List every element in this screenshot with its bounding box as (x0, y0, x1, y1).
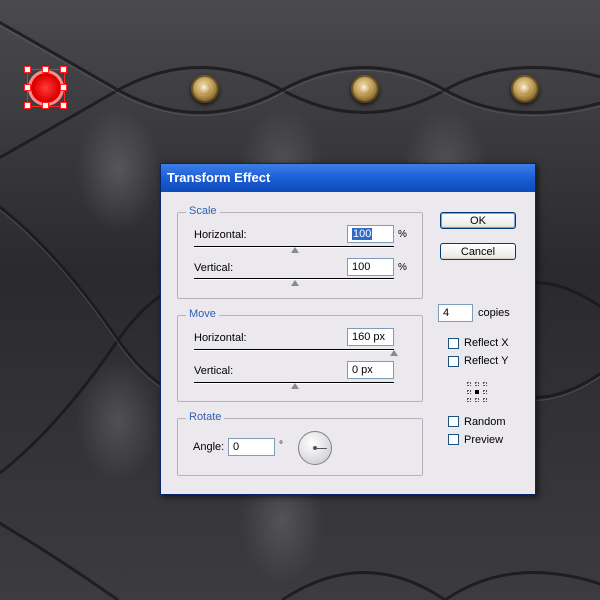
transform-effect-dialog: Transform Effect Scale Horizontal: 100 %… (160, 163, 536, 495)
ref-point-tc[interactable] (475, 382, 479, 386)
ref-point-bl[interactable] (467, 398, 471, 402)
angle-field[interactable]: 0 (228, 438, 275, 456)
selection-handle[interactable] (24, 84, 31, 91)
move-horizontal-slider[interactable] (194, 349, 394, 351)
angle-label: Angle: (193, 441, 225, 453)
move-vertical-slider-thumb[interactable] (291, 383, 299, 389)
selection-handle[interactable] (42, 102, 49, 109)
scale-horizontal-field[interactable]: 100 (347, 225, 394, 243)
preview-checkbox[interactable] (448, 434, 459, 445)
ref-point-mr[interactable] (483, 390, 487, 394)
ref-point-tl[interactable] (467, 382, 471, 386)
scale-vertical-unit: % (398, 262, 407, 273)
scale-vertical-field[interactable]: 100 (347, 258, 394, 276)
copies-label: copies (478, 307, 510, 319)
reflect-x-checkbox[interactable] (448, 338, 459, 349)
ref-point-center[interactable] (475, 390, 479, 394)
scale-horizontal-label: Horizontal: (194, 229, 247, 241)
selection-handle[interactable] (60, 102, 67, 109)
rotate-group-label: Rotate (186, 411, 225, 423)
angle-unit: ° (279, 440, 283, 451)
selection-handle[interactable] (24, 102, 31, 109)
move-horizontal-label: Horizontal: (194, 332, 247, 344)
angle-dial-icon[interactable] (298, 431, 332, 465)
ref-point-br[interactable] (483, 398, 487, 402)
ref-point-bc[interactable] (475, 398, 479, 402)
selection-handle[interactable] (60, 66, 67, 73)
scale-vertical-slider-thumb[interactable] (291, 280, 299, 286)
selection-handle[interactable] (60, 84, 67, 91)
button-stud (351, 75, 379, 103)
button-stud (511, 75, 539, 103)
reference-point-icon[interactable] (467, 382, 487, 402)
move-group-label: Move (186, 308, 219, 320)
dialog-title[interactable]: Transform Effect (161, 164, 535, 192)
copies-field[interactable]: 4 (438, 304, 473, 322)
scale-horizontal-slider-thumb[interactable] (291, 247, 299, 253)
cancel-button[interactable]: Cancel (440, 243, 516, 260)
selection-handle[interactable] (24, 66, 31, 73)
selection-handle[interactable] (42, 66, 49, 73)
move-horizontal-field[interactable]: 160 px (347, 328, 394, 346)
ok-button[interactable]: OK (440, 212, 516, 229)
reflect-y-checkbox[interactable] (448, 356, 459, 367)
random-label[interactable]: Random (464, 416, 506, 428)
scale-vertical-label: Vertical: (194, 262, 234, 274)
move-horizontal-slider-thumb[interactable] (390, 350, 398, 356)
move-vertical-label: Vertical: (194, 365, 234, 377)
ref-point-ml[interactable] (467, 390, 471, 394)
button-stud (191, 75, 219, 103)
move-vertical-field[interactable]: 0 px (347, 361, 394, 379)
reflect-y-label[interactable]: Reflect Y (464, 355, 508, 367)
angle-dial-center (313, 446, 317, 450)
preview-label[interactable]: Preview (464, 434, 503, 446)
reflect-x-label[interactable]: Reflect X (464, 337, 509, 349)
scale-horizontal-unit: % (398, 229, 407, 240)
scale-group-label: Scale (186, 205, 220, 217)
random-checkbox[interactable] (448, 416, 459, 427)
ref-point-tr[interactable] (483, 382, 487, 386)
